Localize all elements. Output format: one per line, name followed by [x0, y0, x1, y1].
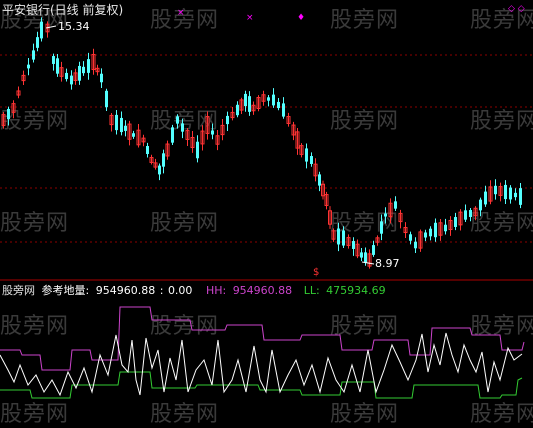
candle-body: [78, 65, 81, 81]
candle-body: [244, 93, 247, 107]
grid-lines: [0, 54, 533, 281]
candle-body: [479, 199, 482, 211]
ll-line: [0, 371, 523, 399]
candle-body: [211, 130, 214, 135]
candle-body: [36, 37, 39, 48]
candle-body: [469, 210, 472, 217]
candle-body: [305, 148, 308, 162]
candle-body: [429, 228, 432, 237]
top-mark: ×: [246, 13, 254, 23]
candle-body: [267, 97, 270, 101]
candle-body: [120, 117, 123, 133]
candle-body: [100, 73, 103, 83]
candle-body: [454, 217, 457, 227]
candle-body: [352, 241, 355, 249]
candle-body: [337, 228, 340, 245]
candle-body: [146, 146, 149, 154]
candle-body: [409, 234, 412, 241]
top-mark: ×: [177, 8, 185, 18]
indicator-header: 股旁网 参考地量: 954960.88 : 0.00 HH: 954960.88…: [2, 284, 386, 297]
candle-body: [272, 94, 275, 106]
indicator-lines: [0, 306, 525, 399]
candle-body: [132, 133, 135, 137]
candle-body: [27, 64, 30, 69]
series-value-2: 0.00: [167, 284, 193, 297]
indicator-name: 股旁网: [2, 284, 35, 297]
candle-body: [444, 224, 447, 232]
candle-body: [494, 185, 497, 195]
candle-body: [364, 252, 367, 263]
dividend-mark: $: [313, 267, 320, 278]
candle-body: [70, 75, 73, 85]
candle-body: [509, 187, 512, 200]
candle-body: [248, 96, 251, 112]
low-price-label: 8.97: [375, 257, 400, 270]
stock-chart-screen: 股旁网 股旁网 股旁网 股旁网 股旁网 股旁网 股旁网 股旁网 股旁网 股旁网 …: [0, 0, 533, 427]
candle-body: [226, 115, 229, 125]
candle-body: [372, 245, 375, 255]
candle-body: [87, 59, 90, 73]
candle-body: [394, 201, 397, 209]
candle-body: [56, 58, 59, 74]
candle-body: [464, 210, 467, 220]
series-name: 参考地量:: [41, 284, 90, 297]
candle-body: [176, 116, 179, 124]
candle-body: [196, 141, 199, 159]
candle-body: [434, 222, 437, 238]
candle-body: [514, 192, 517, 198]
top-mark: ♦: [297, 13, 306, 23]
candle-body: [124, 125, 127, 131]
candle-body: [414, 241, 417, 249]
ll-label: LL:: [303, 284, 320, 297]
candle-body: [171, 127, 174, 143]
candle-body: [82, 66, 85, 74]
chart-title: 平安银行(日线 前复权): [2, 3, 124, 17]
candle-body: [384, 213, 387, 217]
candle-body: [115, 114, 118, 131]
candle-body: [342, 230, 345, 246]
candle-body: [7, 108, 10, 120]
candle-body: [360, 252, 363, 258]
candle-body: [380, 221, 383, 234]
candle-body: [52, 56, 55, 64]
series-value: 954960.88: [95, 284, 156, 297]
candle-body: [158, 165, 161, 175]
candle-body: [277, 101, 280, 109]
candle-body: [504, 184, 507, 200]
candle-body: [318, 174, 321, 186]
candle-body: [65, 72, 68, 80]
candle-body: [105, 90, 108, 108]
hh-value: 954960.88: [232, 284, 293, 297]
candle-body: [40, 21, 43, 39]
candle-body: [282, 103, 285, 117]
ll-value: 475934.69: [326, 284, 386, 297]
candle-body: [310, 156, 313, 164]
candle-body: [32, 50, 35, 60]
candle-body: [424, 232, 427, 238]
high-price-label: 15.34: [58, 20, 90, 33]
hh-label: HH:: [205, 284, 227, 297]
candle-body: [236, 104, 239, 116]
candle-body: [484, 191, 487, 205]
volume-line: [0, 332, 523, 397]
candle-body: [519, 188, 522, 205]
candle-body: [181, 123, 184, 132]
candle-body: [162, 153, 165, 167]
top-mark: ◇ ◇: [508, 4, 525, 14]
chart-canvas: [0, 17, 533, 399]
